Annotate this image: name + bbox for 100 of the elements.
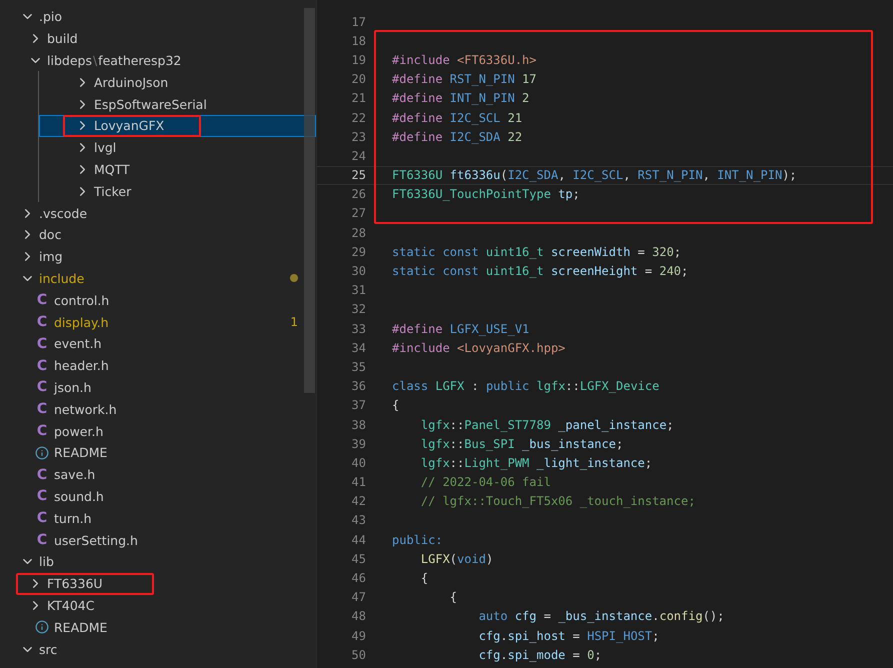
tree-item[interactable]: .pio [0, 6, 316, 28]
tree-item[interactable]: README [0, 616, 316, 638]
tree-item[interactable]: lib [0, 550, 316, 573]
tree-item[interactable]: C turn.h [0, 507, 316, 530]
code-line: static const uint16_t screenWidth = 320; [391, 244, 682, 259]
file-label: header.h [54, 358, 109, 374]
c-file-icon: C [34, 336, 50, 352]
code-line: cfg.spi_host = HSPI_HOST; [478, 628, 660, 643]
line-number: 37 [350, 398, 366, 412]
line-number: 42 [350, 494, 366, 508]
code-line: #include <LovyanGFX.hpp> [391, 340, 566, 355]
line-number: 23 [350, 130, 366, 144]
code-line: public: [391, 532, 443, 547]
line-number: 27 [350, 206, 366, 220]
folder-label: KT404C [47, 598, 94, 613]
file-label: sound.h [54, 488, 104, 504]
folder-label: Ticker [94, 184, 132, 199]
line-number: 41 [350, 475, 366, 490]
tree-item[interactable]: C network.h [0, 398, 316, 420]
tree-item[interactable]: C sound.h [0, 486, 316, 508]
tree-item[interactable]: img [0, 246, 316, 268]
file-label: save.h [54, 467, 96, 482]
folder-label: src [39, 642, 58, 656]
code-line: // 2022-04-06 fail [420, 475, 551, 490]
line-number: 31 [350, 283, 366, 298]
tree-item[interactable]: LovyanGFX [39, 114, 316, 137]
line-number: 48 [350, 609, 366, 624]
file-label: README [54, 620, 108, 635]
tree-item[interactable]: Ticker [39, 180, 316, 202]
c-file-icon: C [34, 510, 50, 526]
scrollbar-thumb[interactable] [304, 8, 315, 393]
file-label: turn.h [54, 510, 92, 526]
folder-label: lvgl [94, 140, 116, 156]
code-line: { [448, 590, 458, 604]
c-file-icon: C [34, 292, 50, 308]
line-number: 35 [350, 360, 366, 374]
code-line: lgfx::Panel_ST7789 _panel_instance; [420, 418, 674, 432]
folder-label: img [39, 249, 63, 264]
folder-label: doc [39, 227, 62, 242]
tree-item[interactable]: .vscode [0, 202, 316, 224]
line-number: 45 [350, 552, 366, 566]
c-file-icon: C [34, 532, 50, 548]
c-file-icon: C [34, 466, 50, 483]
code-line: #define I2C_SDA 22 [391, 130, 522, 144]
line-number: 44 [350, 532, 366, 547]
c-file-icon: C [34, 314, 50, 330]
file-label: README [54, 445, 108, 460]
line-number: 29 [350, 244, 366, 259]
c-file-icon: C [34, 401, 50, 418]
code-line: FT6336U ft6336u(I2C_SDA, I2C_SCL, RST_N_PIN, INT_N_PIN); [391, 168, 797, 182]
line-number: 30 [350, 264, 366, 278]
line-number: 18 [350, 34, 366, 48]
folder-label: LovyanGFX [94, 118, 164, 134]
line-number: 46 [350, 571, 366, 586]
line-number: 49 [350, 628, 366, 643]
line-number: 34 [350, 340, 366, 355]
code-line: auto cfg = _bus_instance.config(); [478, 609, 724, 624]
tree-item[interactable]: C json.h [0, 376, 316, 398]
tree-item[interactable]: README [0, 442, 316, 464]
tree-item[interactable]: include [0, 268, 316, 290]
problem-count: 1 [290, 315, 298, 330]
tree-item[interactable]: C event.h [0, 332, 316, 355]
tree-item[interactable]: KT404C [0, 594, 316, 616]
tree-item[interactable]: C display.h 1 [0, 311, 316, 333]
tree-item[interactable]: doc [0, 224, 316, 246]
tree-item[interactable]: C header.h [0, 354, 316, 377]
file-label: userSetting.h [54, 532, 138, 548]
folder-label: build [47, 31, 78, 46]
code-line: #define RST_N_PIN 17 [391, 72, 537, 86]
line-number: 40 [350, 456, 366, 470]
line-number: 28 [350, 226, 366, 240]
tree-item[interactable]: EspSoftwareSerial [39, 93, 316, 115]
line-number: 36 [350, 379, 366, 394]
tree-item[interactable]: C power.h [0, 420, 316, 442]
tree-item[interactable]: C control.h [0, 289, 316, 312]
code-line: #define LGFX_USE_V1 [391, 322, 530, 336]
file-label: network.h [54, 402, 117, 417]
folder-label: .pio [39, 9, 62, 24]
line-number: 39 [350, 436, 366, 451]
tree-item[interactable]: C userSetting.h [0, 529, 316, 551]
tree-item[interactable]: FT6336U [0, 572, 316, 595]
c-file-icon: C [34, 488, 50, 504]
c-file-icon: C [34, 358, 50, 374]
tree-item[interactable]: src [0, 638, 316, 660]
line-number: 24 [350, 148, 366, 163]
line-number: 50 [350, 648, 366, 662]
code-line: class LGFX : public lgfx::LGFX_Device [391, 379, 660, 394]
folder-label: ArduinoJson [94, 74, 168, 90]
folder-label: lib [39, 554, 54, 570]
tree-item[interactable]: libdeps\featheresp32 [0, 50, 316, 72]
tree-item[interactable]: lvgl [39, 136, 316, 159]
tree-item[interactable]: build [0, 28, 316, 50]
tree-item[interactable]: MQTT [39, 158, 316, 180]
tree-item[interactable]: ArduinoJson [39, 71, 316, 94]
line-number: 47 [350, 590, 366, 604]
line-number: 22 [350, 110, 366, 125]
code-line: { [391, 398, 400, 412]
file-label: display.h [54, 314, 108, 330]
tree-item[interactable]: C save.h [0, 464, 316, 486]
code-line: // lgfx::Touch_FT5x06 _touch_instance; [420, 494, 696, 508]
